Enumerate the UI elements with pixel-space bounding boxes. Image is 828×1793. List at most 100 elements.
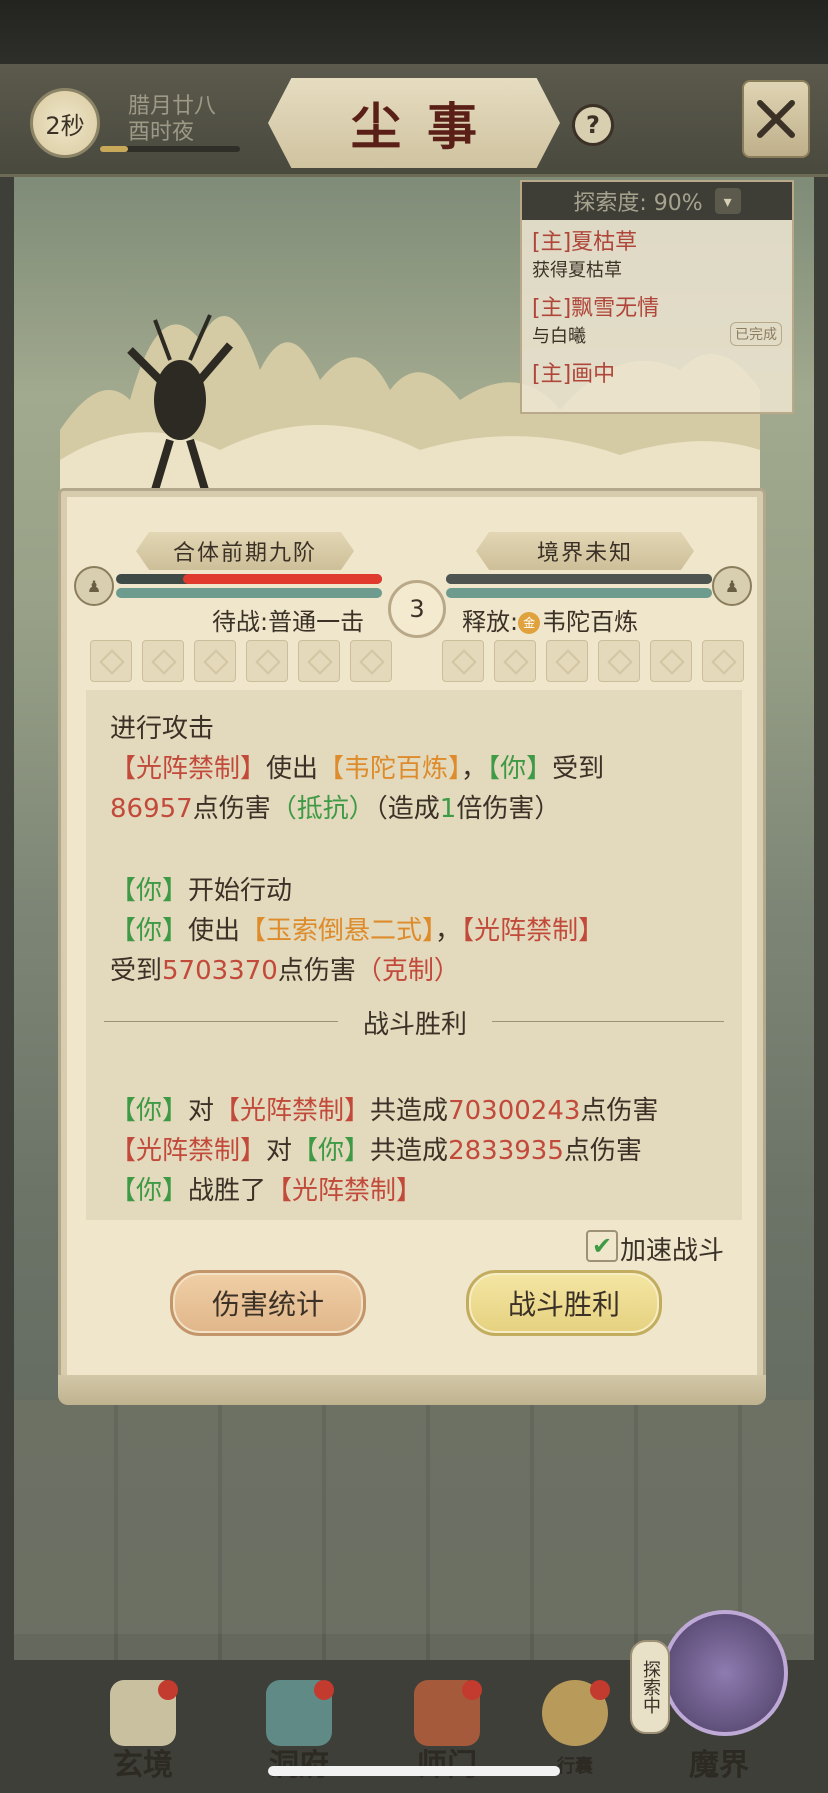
player-name: 【你】 (110, 1096, 189, 1126)
player-name: 【你】 (292, 1136, 371, 1166)
enemy-portrait-icon: ♟ (712, 566, 752, 606)
resist-tag: （抵抗） (270, 794, 375, 824)
battle-result-caption: 战斗胜利 (362, 1010, 467, 1040)
explore-progress-label: 探索度: 90% (573, 191, 703, 216)
log-text: 受到 (552, 754, 605, 784)
player-realm-label: 合体前期九阶 (136, 532, 354, 570)
explore-item-tag: [主]画中 (532, 362, 616, 387)
log-text: 共造成 (370, 1136, 449, 1166)
home-indicator[interactable] (268, 1766, 560, 1776)
log-text: 共造成 (370, 1096, 449, 1126)
enemy-action-prefix: 释放: (462, 608, 519, 636)
divider (492, 1021, 724, 1022)
total-damage-value: 2833935 (448, 1136, 564, 1166)
log-text: 使出 (266, 754, 319, 784)
explore-item[interactable]: [主]飘雪无情 与白曦 已完成 (522, 286, 792, 352)
round-counter: 3 (388, 580, 446, 638)
explore-item[interactable]: [主]画中 (522, 352, 792, 392)
player-name: 【你】 (110, 1176, 189, 1206)
log-line: 86957点伤害（抵抗）（造成1倍伤害） (110, 788, 560, 825)
enemy-name: 【光阵禁制】 (266, 1176, 423, 1206)
log-text: 点伤害 (192, 794, 271, 824)
player-skill-slot (350, 640, 392, 682)
log-line: 【你】对【光阵禁制】共造成70300243点伤害 (110, 1090, 658, 1127)
chevron-down-icon[interactable]: ▾ (714, 188, 741, 214)
log-text: 开始行动 (188, 876, 293, 906)
explore-item-desc: 与白曦 已完成 (532, 322, 782, 348)
enemy-name: 【光阵禁制】 (214, 1096, 371, 1126)
skill-name: 【韦陀百炼】 (318, 754, 462, 784)
close-icon (757, 100, 795, 138)
player-mp-bar (116, 588, 382, 598)
close-button[interactable] (742, 80, 810, 158)
counter-tag: （克制） (355, 956, 460, 986)
log-text: 点伤害 (580, 1096, 659, 1126)
enemy-realm-label: 境界未知 (476, 532, 694, 570)
log-text: 受到 (110, 956, 163, 986)
log-text: 使出 (188, 916, 241, 946)
log-text: 对 (188, 1096, 215, 1126)
time-of-day: 酉时夜 (128, 120, 195, 145)
speed-battle-checkbox[interactable]: ✔ (586, 1230, 618, 1262)
nav-label: 洞府 (244, 1740, 354, 1784)
player-skill-slot (298, 640, 340, 682)
explore-item-desc: 获得夏枯草 (532, 260, 622, 281)
nav-item-xuanjing[interactable]: 玄境 (88, 1640, 198, 1790)
enemy-hp-bar (446, 574, 712, 584)
damage-stats-button[interactable]: 伤害统计 (170, 1270, 366, 1336)
player-skill-slot (246, 640, 288, 682)
log-text: 点伤害 (277, 956, 356, 986)
log-text: 进行攻击 (110, 714, 215, 744)
exploring-badge: 探索中 (630, 1640, 670, 1734)
enemy-skill-slot (650, 640, 692, 682)
battle-victory-button[interactable]: 战斗胜利 (466, 1270, 662, 1336)
enemy-skill-slot (702, 640, 744, 682)
dialog-scroll-edge (58, 1375, 766, 1405)
speed-battle-label[interactable]: 加速战斗 (620, 1230, 724, 1267)
enemy-skill-slot (442, 640, 484, 682)
log-text: ， (435, 916, 462, 946)
enemy-skill-slot (494, 640, 536, 682)
explore-item-tag: [主]夏枯草 (532, 230, 638, 255)
notification-dot (158, 1680, 178, 1700)
log-line: 进行攻击 (110, 708, 214, 745)
enemy-action-skill: 韦陀百炼 (542, 608, 639, 636)
explore-panel[interactable]: 探索度: 90% ▾ [主]夏枯草 获得夏枯草 [主]飘雪无情 与白曦 已完成 [… (520, 180, 794, 414)
player-portrait-icon: ♟ (74, 566, 114, 606)
day-progress-bar (100, 146, 240, 152)
log-line: 【你】战胜了【光阵禁制】 (110, 1170, 422, 1207)
day-progress-fill (100, 146, 128, 152)
log-text: （造成 (374, 794, 440, 824)
nav-item-mojie-label[interactable]: 魔界 (664, 1740, 774, 1784)
enemy-mp-bar (446, 588, 712, 598)
total-damage-value: 70300243 (448, 1096, 581, 1126)
timer-badge: 2秒 (30, 88, 100, 158)
status-bar (0, 0, 828, 72)
notification-dot (590, 1680, 610, 1700)
log-line: 【你】开始行动 (110, 870, 292, 907)
player-name: 【你】 (487, 754, 553, 784)
title-plaque: 尘事 (268, 78, 560, 168)
log-line: 【光阵禁制】对【你】共造成2833935点伤害 (110, 1130, 642, 1167)
explore-item[interactable]: [主]夏枯草 获得夏枯草 (522, 220, 792, 286)
explore-item-desc-text: 与白曦 (532, 326, 586, 347)
player-skill-slot (194, 640, 236, 682)
player-skill-slot (90, 640, 132, 682)
player-hp-fill (182, 574, 382, 584)
player-hp-bar (116, 574, 382, 584)
enemy-hp-fill (446, 574, 712, 584)
player-action-label: 待战:普通一击 (212, 608, 365, 636)
skill-name: 【玉索倒悬二式】 (240, 916, 436, 946)
explore-item-status: 已完成 (730, 322, 782, 346)
gold-element-icon: 金 (518, 612, 541, 634)
demon-realm-portal-icon[interactable] (662, 1610, 788, 1736)
log-text: ， (461, 754, 488, 784)
help-icon: ? (586, 111, 600, 139)
page-title: 尘事 (351, 97, 503, 156)
enemy-action-label: 释放: 金韦陀百炼 (462, 602, 638, 637)
log-text: 倍伤害） (456, 794, 561, 824)
enemy-name: 【光阵禁制】 (110, 1136, 267, 1166)
help-button[interactable]: ? (572, 104, 614, 146)
player-name: 【你】 (110, 916, 189, 946)
explore-item-tag: [主]飘雪无情 (532, 296, 660, 321)
